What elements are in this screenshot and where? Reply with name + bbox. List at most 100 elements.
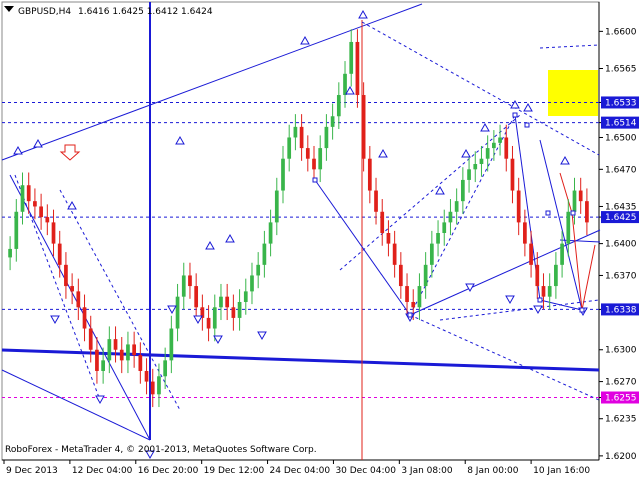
candle-body bbox=[175, 296, 180, 329]
x-tick-label: 8 Jan 00:00 bbox=[467, 466, 519, 476]
candle-body bbox=[119, 349, 124, 361]
x-tick-label: 24 Dec 04:00 bbox=[270, 466, 331, 476]
symbol-label: GBPUSD,H4 bbox=[18, 7, 71, 17]
candle-body bbox=[51, 222, 56, 244]
x-tick-label: 10 Jan 16:00 bbox=[533, 466, 590, 476]
candle-body bbox=[138, 355, 143, 371]
x-tick-label: 19 Dec 12:00 bbox=[204, 466, 265, 476]
pivot-point bbox=[579, 307, 585, 313]
y-tick-label: 1.6270 bbox=[605, 378, 637, 388]
candle-body bbox=[523, 222, 527, 244]
candle-body bbox=[299, 126, 304, 149]
pivot-point bbox=[407, 312, 413, 318]
candle-body bbox=[467, 169, 471, 180]
candle-body bbox=[113, 339, 118, 350]
candle-body bbox=[330, 116, 335, 127]
candle-body bbox=[411, 301, 416, 308]
candle-body bbox=[126, 344, 130, 361]
candle-body bbox=[516, 190, 521, 223]
candle-body bbox=[157, 376, 161, 395]
price-tag-label: 1.6338 bbox=[605, 305, 637, 315]
candle-body bbox=[566, 211, 571, 244]
candle-body bbox=[132, 344, 137, 356]
candle-body bbox=[237, 301, 242, 318]
candle-body bbox=[361, 95, 366, 159]
candle-body bbox=[436, 233, 440, 244]
copyright-text: RoboForex - MetaTrader 4, © 2001-2013, M… bbox=[5, 445, 317, 455]
candle-body bbox=[343, 73, 347, 96]
y-tick-label: 1.6470 bbox=[605, 165, 637, 175]
x-tick-label: 12 Dec 04:00 bbox=[72, 466, 133, 476]
x-tick-label: 3 Jan 08:00 bbox=[401, 466, 453, 476]
candle-body bbox=[212, 307, 217, 329]
pivot-point bbox=[312, 177, 318, 183]
candle-body bbox=[454, 201, 459, 212]
price-tag-label: 1.6255 bbox=[605, 394, 637, 404]
candle-body bbox=[529, 243, 533, 265]
candle-body bbox=[541, 286, 546, 297]
candle-body bbox=[405, 286, 409, 302]
y-tick-label: 1.6300 bbox=[605, 346, 637, 356]
candle-body bbox=[504, 137, 509, 159]
candle-body bbox=[560, 243, 564, 265]
y-tick-label: 1.6500 bbox=[605, 133, 637, 143]
candle-body bbox=[572, 190, 577, 212]
y-tick-label: 1.6400 bbox=[605, 240, 637, 250]
pivot-point bbox=[545, 210, 551, 216]
candle-body bbox=[492, 142, 496, 149]
candle-body bbox=[547, 286, 552, 297]
y-tick-label: 1.6370 bbox=[605, 271, 637, 281]
candle-body bbox=[305, 148, 310, 159]
pivot-point bbox=[537, 297, 543, 303]
y-tick-label: 1.6235 bbox=[605, 415, 637, 425]
candle-body bbox=[510, 158, 515, 191]
candle-body bbox=[70, 286, 74, 292]
candle-body bbox=[150, 381, 155, 395]
ohlc-readout: 1.6416 1.6425 1.6412 1.6424 bbox=[78, 7, 213, 17]
candle-body bbox=[535, 264, 540, 287]
candle-body bbox=[398, 264, 403, 287]
candle-body bbox=[144, 370, 149, 382]
candle-body bbox=[33, 201, 37, 207]
candle-body bbox=[274, 190, 279, 223]
candle-body bbox=[163, 360, 168, 377]
candle-body bbox=[392, 243, 397, 265]
candle-body bbox=[194, 286, 199, 308]
price-chart: 1.6600 1.6565 1.6533 1.6514 1.6500 1.6470 1.64… bbox=[0, 0, 640, 480]
candle-body bbox=[107, 339, 112, 361]
candle-body bbox=[64, 264, 68, 287]
candle-body bbox=[14, 211, 19, 249]
candle-body bbox=[188, 275, 192, 287]
chart-window: 1.6600 1.6565 1.6533 1.6514 1.6500 1.6470 1.64… bbox=[0, 0, 640, 480]
candle-body bbox=[423, 264, 428, 287]
candle-body bbox=[349, 41, 354, 74]
x-tick-label: 9 Dec 2013 bbox=[6, 466, 58, 476]
candle-body bbox=[293, 126, 298, 138]
candle-body bbox=[585, 201, 589, 223]
x-tick-label: 30 Dec 04:00 bbox=[335, 466, 396, 476]
candle-body bbox=[88, 328, 93, 350]
candle-body bbox=[473, 164, 478, 170]
candle-body bbox=[324, 126, 329, 149]
y-tick-label: 1.6600 bbox=[605, 27, 637, 37]
candle-body bbox=[206, 317, 211, 329]
candle-body bbox=[367, 158, 372, 191]
candle-body bbox=[312, 158, 316, 170]
candle-body bbox=[76, 291, 81, 308]
candle-body bbox=[386, 233, 391, 244]
price-tag-label: 1.6425 bbox=[605, 213, 637, 223]
candle-body bbox=[380, 211, 385, 233]
target-zone-highlight bbox=[548, 70, 598, 116]
candle-body bbox=[39, 206, 43, 218]
pivot-point bbox=[570, 210, 576, 216]
y-tick-label: 1.6435 bbox=[605, 202, 637, 212]
candle-body bbox=[554, 264, 558, 287]
candle-body bbox=[243, 291, 248, 302]
chart-background bbox=[0, 0, 640, 480]
candle-body bbox=[268, 222, 273, 244]
candle-body bbox=[578, 190, 583, 202]
y-tick-label: 1.6200 bbox=[605, 452, 637, 462]
candle-body bbox=[429, 243, 434, 265]
candle-body bbox=[448, 211, 453, 223]
candle-body bbox=[101, 360, 105, 371]
